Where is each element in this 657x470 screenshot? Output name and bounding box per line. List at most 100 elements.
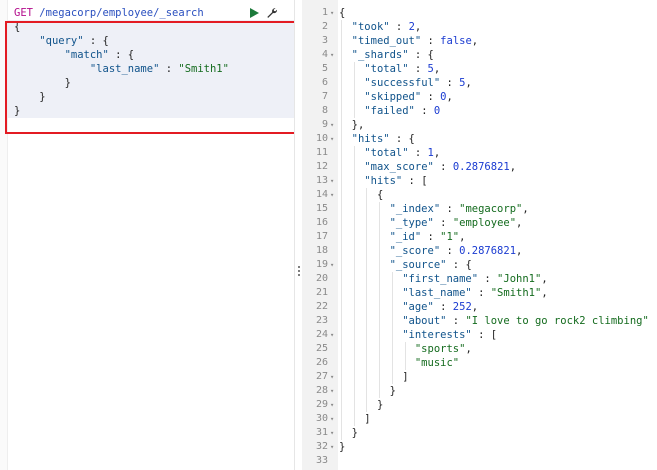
json-punctuation: : bbox=[440, 77, 460, 89]
line-number: 27 bbox=[315, 371, 328, 382]
line-number: 25 bbox=[315, 343, 328, 354]
request-body[interactable]: { "query" : { "match" : { "last_name" : … bbox=[14, 20, 294, 118]
response-line: 4 ▾ "_shards" : { bbox=[302, 48, 657, 62]
line-number: 2 bbox=[321, 21, 328, 32]
json-key: "age" bbox=[402, 301, 434, 313]
fold-toggle-icon[interactable]: ▾ bbox=[330, 174, 336, 188]
response-code-text: "took" : 2, bbox=[339, 20, 422, 34]
response-code-text: "_score" : 0.2876821, bbox=[339, 244, 523, 258]
json-literal-value: false bbox=[440, 35, 472, 47]
response-code-text: { bbox=[339, 188, 383, 202]
request-editor[interactable]: GET /megacorp/employee/_search { "query"… bbox=[0, 0, 294, 470]
fold-toggle-icon[interactable]: ▾ bbox=[330, 412, 336, 426]
json-string-value: "music" bbox=[414, 357, 460, 369]
line-number: 30 bbox=[315, 413, 328, 424]
response-viewer[interactable]: 1 ▾{2 "took" : 2, 3 "timed_out" : false, 4 ▾… bbox=[302, 0, 657, 470]
drag-handle-icon[interactable] bbox=[297, 266, 301, 278]
http-method: GET bbox=[14, 7, 33, 19]
json-key: "first_name" bbox=[402, 273, 479, 285]
json-punctuation: : { bbox=[83, 35, 109, 47]
line-number: 24 bbox=[315, 329, 328, 340]
json-punctuation: : { bbox=[389, 133, 415, 145]
response-code-text: "max_score" : 0.2876821, bbox=[339, 160, 516, 174]
response-line: 29 ▾ } bbox=[302, 398, 657, 412]
json-literal-value: 0.2876821 bbox=[452, 161, 510, 173]
json-key: "query" bbox=[39, 35, 84, 47]
json-punctuation: } bbox=[389, 385, 396, 397]
json-punctuation: , bbox=[465, 343, 472, 355]
json-key: "skipped" bbox=[364, 91, 422, 103]
json-punctuation: : bbox=[389, 21, 409, 33]
line-number: 6 bbox=[321, 77, 328, 88]
response-code[interactable]: 1 ▾{2 "took" : 2, 3 "timed_out" : false, 4 ▾… bbox=[302, 6, 657, 468]
response-line: 16 "_type" : "employee", bbox=[302, 216, 657, 230]
line-number: 23 bbox=[315, 315, 328, 326]
fold-toggle-icon[interactable]: ▾ bbox=[330, 384, 336, 398]
response-code-text: "last_name" : "Smith1", bbox=[339, 286, 547, 300]
response-line: 13 ▾ "hits" : [ bbox=[302, 174, 657, 188]
line-number: 13 bbox=[315, 175, 328, 186]
line-number: 19 bbox=[315, 259, 328, 270]
line-number: 3 bbox=[321, 35, 328, 46]
play-icon[interactable] bbox=[248, 7, 260, 19]
line-number: 14 bbox=[315, 189, 328, 200]
request-body-line[interactable]: "last_name" : "Smith1" bbox=[14, 62, 294, 76]
json-key: "total" bbox=[364, 63, 409, 75]
line-number: 22 bbox=[315, 301, 328, 312]
json-punctuation: , bbox=[522, 203, 529, 215]
request-body-line[interactable]: } bbox=[14, 104, 294, 118]
response-line: 24 ▾ "interests" : [ bbox=[302, 328, 657, 342]
request-body-line[interactable]: } bbox=[14, 76, 294, 90]
json-key: "hits" bbox=[351, 133, 390, 145]
request-code[interactable]: GET /megacorp/employee/_search { "query"… bbox=[14, 6, 294, 118]
json-punctuation: ] bbox=[402, 371, 409, 383]
fold-toggle-icon[interactable]: ▾ bbox=[330, 48, 336, 62]
json-key: "last_name" bbox=[89, 63, 160, 75]
response-code-text: "timed_out" : false, bbox=[339, 34, 478, 48]
response-code-text: "total" : 1, bbox=[339, 146, 440, 160]
json-punctuation: : bbox=[433, 301, 453, 313]
response-code-text: "hits" : [ bbox=[339, 174, 428, 188]
json-punctuation: : [ bbox=[402, 175, 428, 187]
json-punctuation: , bbox=[471, 301, 479, 313]
response-line: 2 "took" : 2, bbox=[302, 20, 657, 34]
fold-toggle-icon[interactable]: ▾ bbox=[330, 398, 336, 412]
response-line: 22 "age" : 252, bbox=[302, 300, 657, 314]
json-punctuation: , bbox=[465, 77, 472, 89]
pane-divider[interactable] bbox=[294, 0, 302, 470]
fold-toggle-icon[interactable]: ▾ bbox=[330, 118, 336, 132]
line-number: 33 bbox=[315, 455, 328, 466]
json-string-value: "sports" bbox=[414, 343, 466, 355]
json-string-value: "1" bbox=[440, 231, 460, 243]
json-key: "max_score" bbox=[364, 161, 434, 173]
fold-toggle-icon[interactable]: ▾ bbox=[330, 440, 336, 454]
fold-toggle-icon[interactable]: ▾ bbox=[330, 426, 336, 440]
json-key: "total" bbox=[364, 147, 409, 159]
request-body-line[interactable]: { bbox=[14, 20, 294, 34]
fold-toggle-icon[interactable]: ▾ bbox=[330, 132, 336, 146]
fold-toggle-icon[interactable]: ▾ bbox=[330, 370, 336, 384]
response-line: 8 "failed" : 0 bbox=[302, 104, 657, 118]
json-string-value: "megacorp" bbox=[459, 203, 523, 215]
line-number: 7 bbox=[321, 91, 328, 102]
response-code-text: "first_name" : "John1", bbox=[339, 272, 547, 286]
response-line: 6 "successful" : 5, bbox=[302, 76, 657, 90]
response-code-text: } bbox=[339, 384, 396, 398]
request-body-line[interactable]: } bbox=[14, 90, 294, 104]
fold-toggle-icon[interactable]: ▾ bbox=[330, 188, 336, 202]
response-code-text: "_type" : "employee", bbox=[339, 216, 523, 230]
request-body-line[interactable]: "match" : { bbox=[14, 48, 294, 62]
json-key: "_id" bbox=[389, 231, 422, 243]
request-actions bbox=[248, 7, 278, 19]
response-code-text: "age" : 252, bbox=[339, 300, 478, 314]
fold-toggle-icon[interactable]: ▾ bbox=[330, 6, 336, 20]
json-key: "hits" bbox=[364, 175, 403, 187]
wrench-icon[interactable] bbox=[266, 7, 278, 19]
response-code-text: } bbox=[339, 398, 383, 412]
response-line: 12 "max_score" : 0.2876821, bbox=[302, 160, 657, 174]
line-number: 1 bbox=[321, 7, 328, 18]
fold-toggle-icon[interactable]: ▾ bbox=[330, 258, 336, 272]
fold-toggle-icon[interactable]: ▾ bbox=[330, 328, 336, 342]
json-key: "took" bbox=[351, 21, 390, 33]
request-body-line[interactable]: "query" : { bbox=[14, 34, 294, 48]
